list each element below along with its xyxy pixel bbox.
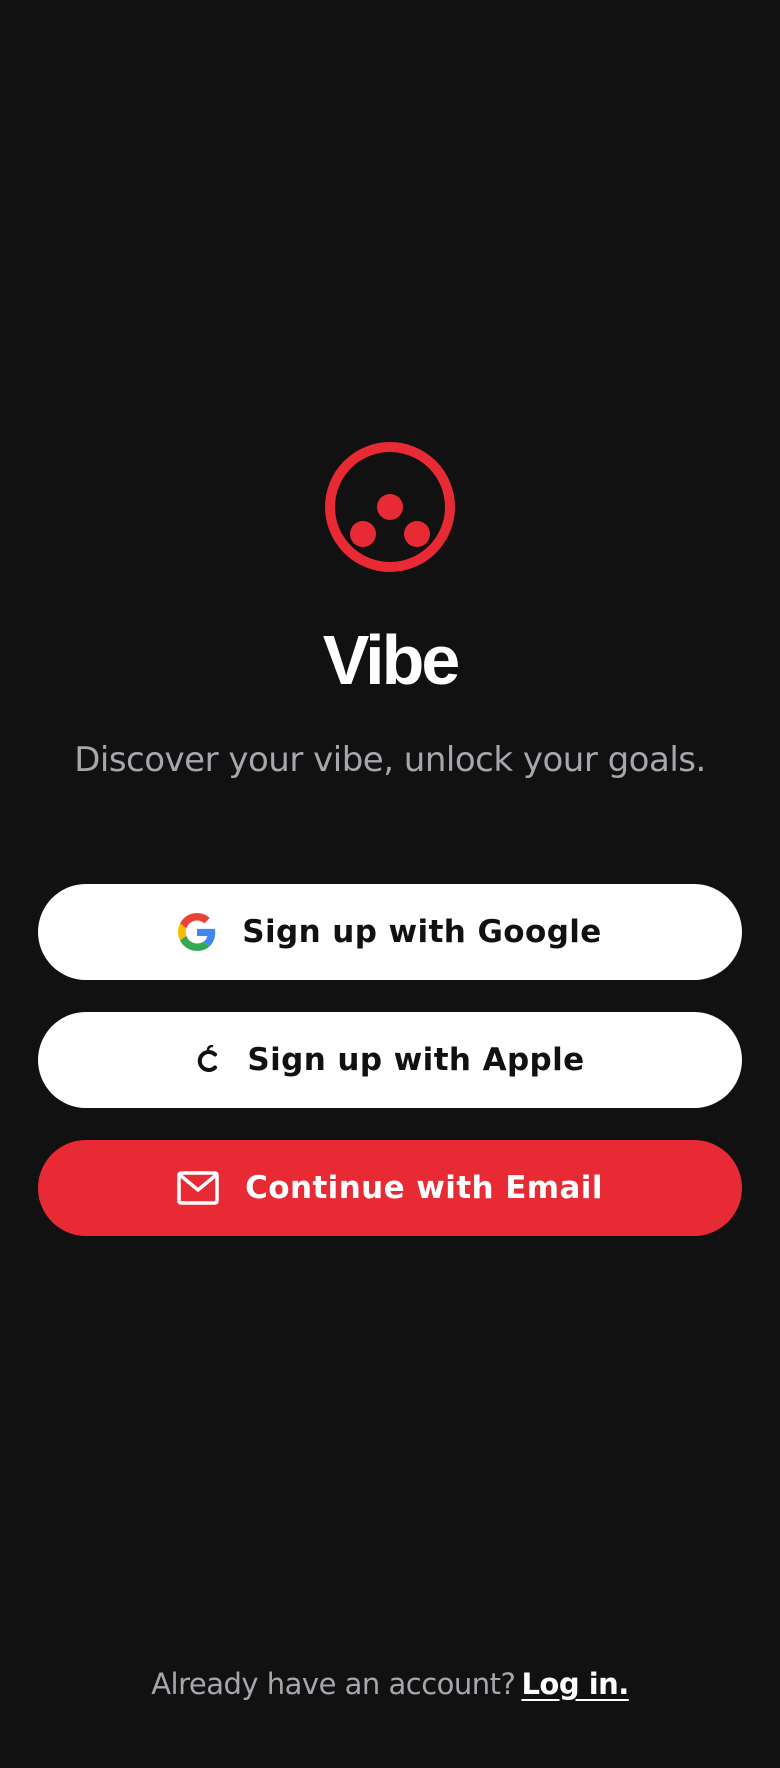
app-title: Vibe <box>322 621 461 699</box>
vibe-logo-icon <box>325 442 455 572</box>
tagline: Discover your vibe, unlock your goals. <box>74 740 706 780</box>
apple-signup-label: Sign up with Apple <box>247 1042 585 1078</box>
apple-signup-button[interactable]: Sign up with Apple <box>38 1012 742 1108</box>
login-prompt: Already have an account? Log in. <box>0 1662 780 1706</box>
apple-icon <box>195 1045 221 1075</box>
google-signup-button[interactable]: Sign up with Google <box>38 884 742 980</box>
email-continue-label: Continue with Email <box>245 1170 603 1206</box>
mail-icon <box>177 1171 219 1205</box>
email-continue-button[interactable]: Continue with Email <box>38 1140 742 1236</box>
login-link[interactable]: Log in. <box>521 1667 629 1701</box>
onboarding-screen: Vibe Discover your vibe, unlock your goa… <box>0 0 780 1768</box>
google-icon <box>178 913 216 951</box>
login-prompt-text: Already have an account? <box>151 1667 516 1701</box>
google-signup-label: Sign up with Google <box>242 914 602 950</box>
